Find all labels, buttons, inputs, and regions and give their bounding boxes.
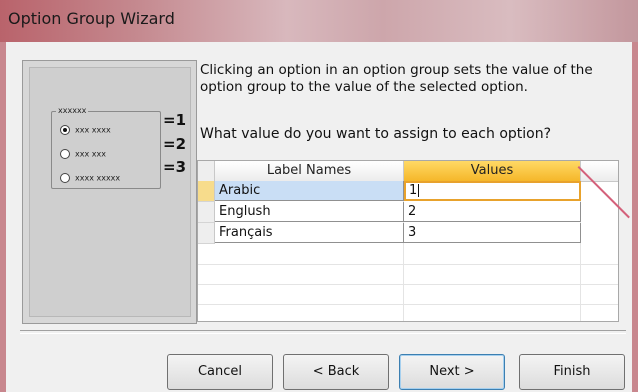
radio-empty-icon xyxy=(60,149,70,159)
wizard-body: xxxxxx xxx xxxx xxx xxx xxxx xxxxx =1 =2… xyxy=(6,42,632,392)
preview-option-label: xxxx xxxxx xyxy=(75,173,121,183)
preview-value-3: =3 xyxy=(163,158,187,176)
row-selector[interactable] xyxy=(198,202,215,223)
preview-option-2: xxx xxx xyxy=(60,149,106,160)
preview-inner xyxy=(29,67,191,317)
empty-row xyxy=(198,264,618,285)
empty-row xyxy=(198,244,618,265)
preview-value-1: =1 xyxy=(163,111,187,129)
radio-empty-icon xyxy=(60,173,70,183)
header-empty xyxy=(581,161,618,182)
values-grid[interactable]: Label Names Values Arabic 1 Englush 2 Fr… xyxy=(197,160,619,322)
back-button[interactable]: < Back xyxy=(283,354,389,390)
value-cell[interactable]: 2 xyxy=(404,202,581,222)
label-cell[interactable]: Arabic xyxy=(215,181,404,201)
header-values[interactable]: Values xyxy=(404,161,581,182)
radio-selected-icon xyxy=(60,125,70,135)
preview-option-3: xxxx xxxxx xyxy=(60,173,120,184)
option-group-preview: xxxxxx xxx xxxx xxx xxx xxxx xxxxx =1 =2… xyxy=(22,60,197,324)
window-frame-right xyxy=(632,42,638,392)
finish-button[interactable]: Finish xyxy=(519,354,625,390)
row-selector[interactable] xyxy=(198,223,215,244)
row-selector[interactable] xyxy=(198,181,215,202)
question-text: What value do you want to assign to each… xyxy=(200,126,552,142)
description-text: Clicking an option in an option group se… xyxy=(200,62,593,95)
label-cell[interactable]: Englush xyxy=(215,202,404,222)
preview-option-label: xxx xxxx xyxy=(75,125,111,135)
header-label-names[interactable]: Label Names xyxy=(215,161,404,182)
empty-row xyxy=(198,284,618,305)
text-caret xyxy=(418,184,420,197)
cancel-button[interactable]: Cancel xyxy=(167,354,273,390)
preview-option-1: xxx xxxx xyxy=(60,125,111,136)
preview-option-group: xxxxxx xxx xxxx xxx xxx xxxx xxxxx xyxy=(51,106,161,189)
preview-option-label: xxx xxx xyxy=(75,149,106,159)
grid-corner xyxy=(198,161,215,182)
next-button[interactable]: Next > xyxy=(399,354,505,390)
window-title: Option Group Wizard xyxy=(8,9,175,28)
value-cell[interactable]: 3 xyxy=(404,223,581,243)
label-cell[interactable]: Français xyxy=(215,223,404,243)
title-bar: Option Group Wizard xyxy=(0,0,638,42)
preview-group-legend: xxxxxx xyxy=(56,106,89,116)
button-separator xyxy=(20,330,626,334)
value-cell[interactable]: 1 xyxy=(404,181,581,201)
preview-value-2: =2 xyxy=(163,135,187,153)
